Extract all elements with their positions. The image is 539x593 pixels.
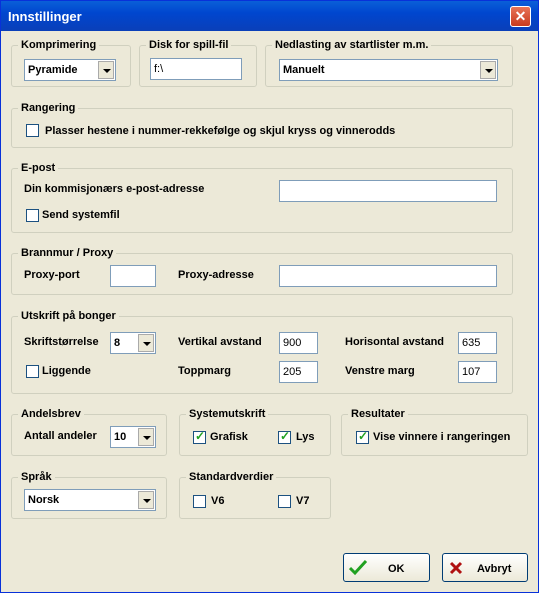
- lys-checkbox[interactable]: ✓: [278, 429, 291, 444]
- sprak-select[interactable]: Norsk: [24, 489, 156, 511]
- ok-button-label: OK: [388, 563, 405, 575]
- skriftstorrelse-value: 8: [114, 337, 121, 349]
- rangering-option-label: Plasser hestene i nummer-rekkefølge og s…: [45, 125, 396, 137]
- group-nedlasting: Nedlasting av startlister m.m. Manuelt: [265, 38, 513, 87]
- checkmark-icon: ✓: [358, 429, 369, 443]
- group-nedlasting-label: Nedlasting av startlister m.m.: [272, 38, 432, 52]
- antall-andeler-label: Antall andeler: [24, 430, 97, 442]
- checkmark-icon: ✓: [195, 429, 206, 443]
- group-utskrift: Utskrift på bonger Skriftstørrelse 8 Ver…: [11, 309, 513, 394]
- vise-vinnere-checkbox[interactable]: ✓: [356, 429, 369, 444]
- komprimering-select[interactable]: Pyramide: [24, 59, 116, 81]
- proxy-port-label: Proxy-port: [24, 269, 80, 281]
- group-rangering: Rangering Plasser hestene i nummer-rekke…: [11, 101, 513, 148]
- group-epost: E-post Din kommisjonærs e-post-adresse S…: [11, 161, 513, 233]
- group-systemutskrift-label: Systemutskrift: [186, 407, 269, 421]
- venstre-marg-input[interactable]: 107: [458, 361, 497, 383]
- v6-label: V6: [211, 495, 225, 507]
- chevron-down-icon[interactable]: [480, 61, 496, 79]
- group-standardverdier: Standardverdier V6 V7: [179, 470, 331, 519]
- grafisk-label: Grafisk: [210, 431, 248, 443]
- lys-label: Lys: [296, 431, 315, 443]
- group-disk: Disk for spill-fil f:\: [139, 38, 257, 87]
- chevron-down-icon[interactable]: [138, 428, 154, 446]
- toppmarg-input[interactable]: 205: [279, 361, 318, 383]
- vise-vinnere-label: Vise vinnere i rangeringen: [373, 431, 511, 443]
- group-epost-label: E-post: [18, 161, 59, 175]
- proxy-address-label: Proxy-adresse: [178, 269, 254, 281]
- v7-label: V7: [296, 495, 310, 507]
- chevron-down-icon[interactable]: [98, 61, 114, 79]
- group-andelsbrev: Andelsbrev Antall andeler 10: [11, 407, 167, 456]
- liggende-checkbox[interactable]: [26, 365, 39, 378]
- group-resultater: Resultater ✓ Vise vinnere i rangeringen: [341, 407, 528, 456]
- group-disk-label: Disk for spill-fil: [146, 38, 232, 52]
- group-sprak: Språk Norsk: [11, 470, 167, 519]
- disk-input[interactable]: f:\: [150, 58, 242, 80]
- close-button[interactable]: ✕: [510, 6, 531, 27]
- nedlasting-select[interactable]: Manuelt: [279, 59, 498, 81]
- cancel-button[interactable]: Avbryt: [442, 553, 528, 582]
- chevron-down-icon[interactable]: [138, 491, 154, 509]
- close-icon: ✕: [514, 8, 527, 24]
- grafisk-checkbox[interactable]: ✓: [193, 429, 206, 444]
- group-sprak-label: Språk: [18, 470, 55, 484]
- group-brannmur-label: Brannmur / Proxy: [18, 246, 117, 260]
- epost-address-label: Din kommisjonærs e-post-adresse: [24, 183, 205, 195]
- window-title: Innstillinger: [8, 9, 82, 24]
- liggende-label: Liggende: [42, 365, 91, 377]
- group-rangering-label: Rangering: [18, 101, 79, 115]
- group-standardverdier-label: Standardverdier: [186, 470, 277, 484]
- settings-dialog: Innstillinger ✕ Komprimering Pyramide Di…: [0, 0, 539, 593]
- antall-andeler-value: 10: [114, 431, 127, 443]
- komprimering-value: Pyramide: [28, 64, 78, 76]
- toppmarg-label: Toppmarg: [178, 365, 231, 377]
- vertikal-avstand-label: Vertikal avstand: [178, 336, 262, 348]
- sprak-value: Norsk: [28, 494, 60, 506]
- horisontal-avstand-input[interactable]: 635: [458, 332, 497, 354]
- group-resultater-label: Resultater: [348, 407, 408, 421]
- proxy-address-input[interactable]: [279, 265, 497, 287]
- vertikal-avstand-input[interactable]: 900: [279, 332, 318, 354]
- group-komprimering-label: Komprimering: [18, 38, 100, 52]
- venstre-marg-label: Venstre marg: [345, 365, 415, 377]
- send-systemfil-label: Send systemfil: [42, 209, 120, 221]
- proxy-port-input[interactable]: [110, 265, 156, 287]
- epost-address-input[interactable]: [279, 180, 497, 202]
- ok-button[interactable]: OK: [343, 553, 430, 582]
- skriftstorrelse-label: Skriftstørrelse: [24, 336, 99, 348]
- checkmark-icon: ✓: [280, 429, 291, 443]
- chevron-down-icon[interactable]: [138, 334, 154, 352]
- v6-checkbox[interactable]: [193, 495, 206, 508]
- group-systemutskrift: Systemutskrift ✓ Grafisk ✓ Lys: [179, 407, 331, 456]
- rangering-checkbox[interactable]: [26, 124, 39, 137]
- cross-icon: [449, 561, 463, 575]
- cancel-button-label: Avbryt: [477, 563, 512, 575]
- group-komprimering: Komprimering Pyramide: [11, 38, 131, 87]
- title-bar[interactable]: Innstillinger ✕: [1, 1, 538, 31]
- group-brannmur: Brannmur / Proxy Proxy-port Proxy-adress…: [11, 246, 513, 295]
- skriftstorrelse-select[interactable]: 8: [110, 332, 156, 354]
- antall-andeler-select[interactable]: 10: [110, 426, 156, 448]
- group-andelsbrev-label: Andelsbrev: [18, 407, 84, 421]
- nedlasting-value: Manuelt: [283, 64, 325, 76]
- v7-checkbox[interactable]: [278, 495, 291, 508]
- check-icon: [349, 560, 367, 576]
- group-utskrift-label: Utskrift på bonger: [18, 309, 119, 323]
- send-systemfil-checkbox[interactable]: [26, 209, 39, 222]
- horisontal-avstand-label: Horisontal avstand: [345, 336, 445, 348]
